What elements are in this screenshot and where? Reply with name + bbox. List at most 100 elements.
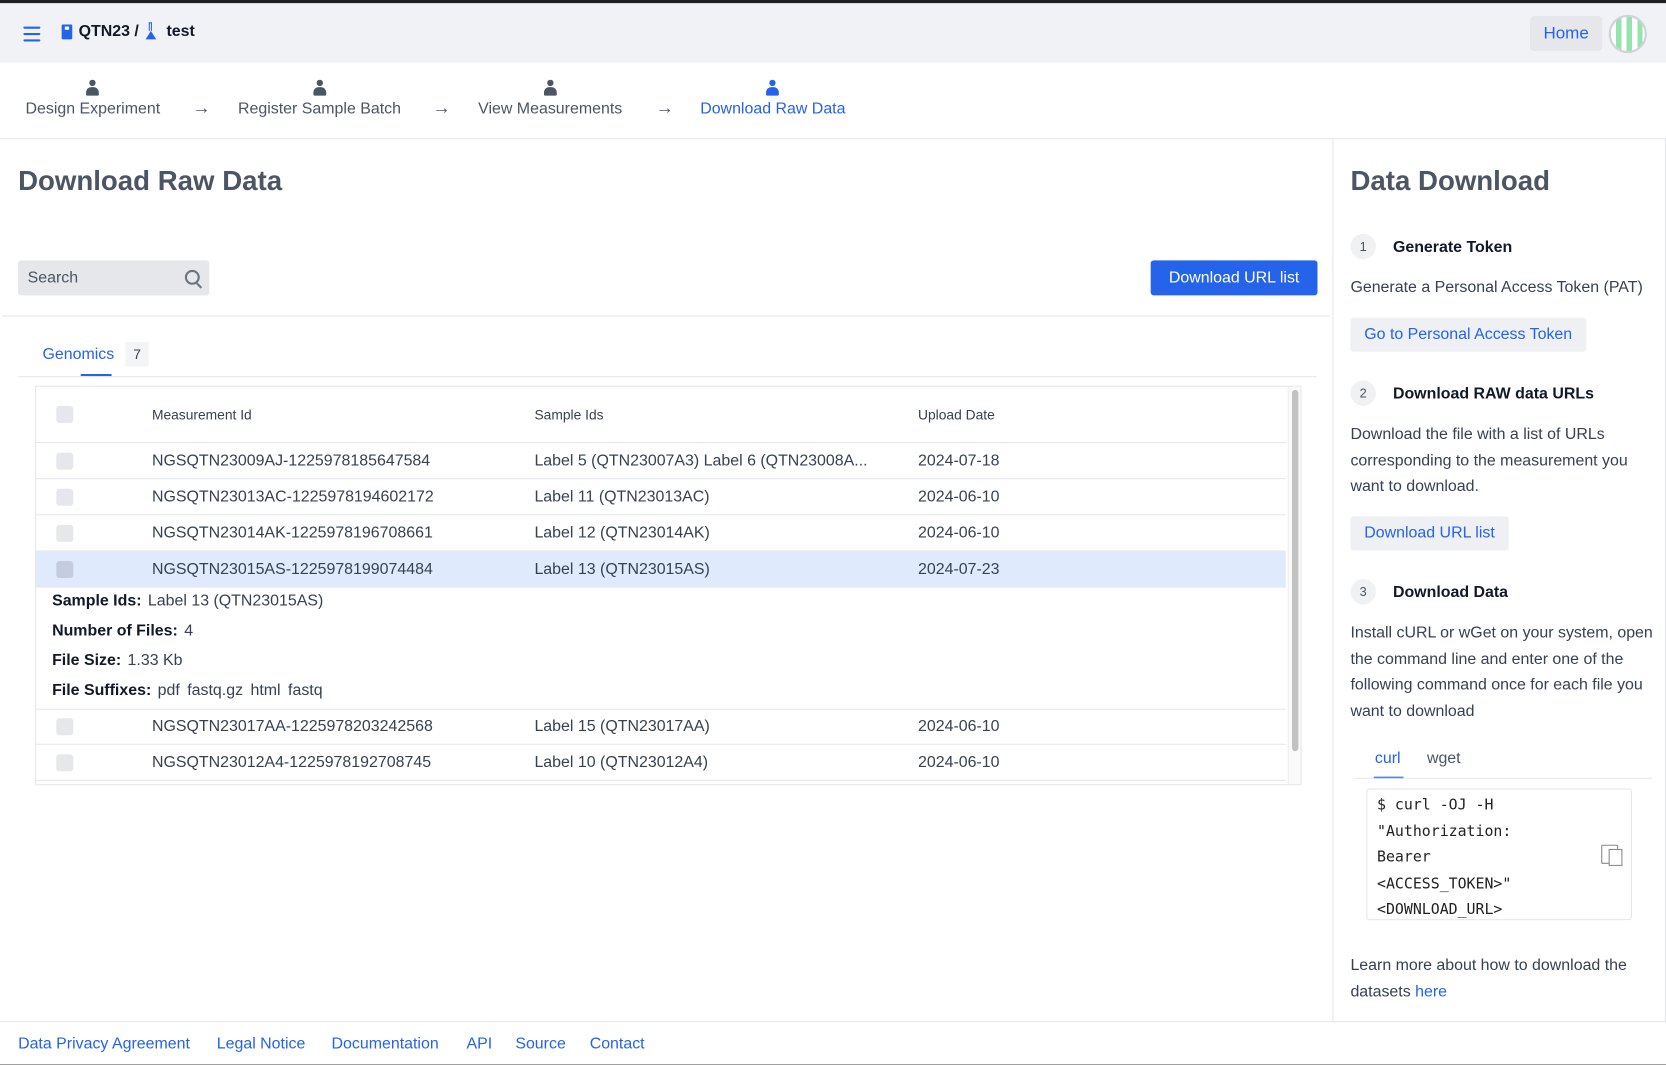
measurement-id: NGSQTN23013AC-1225978194602172 xyxy=(151,487,434,506)
learn-more-text: Learn more about how to download the dat… xyxy=(1350,956,1627,1001)
search-icon xyxy=(184,269,200,285)
upload-date: 2024-07-23 xyxy=(918,559,1000,578)
user-icon xyxy=(313,79,326,96)
sample-ids: Label 13 (QTN23015AS) xyxy=(534,559,710,578)
row-checkbox[interactable] xyxy=(56,561,74,578)
column-header[interactable]: Sample Ids xyxy=(534,407,603,423)
row-checkbox[interactable] xyxy=(56,718,74,736)
avatar[interactable] xyxy=(1608,14,1647,54)
flask-icon xyxy=(145,21,156,39)
search-input[interactable]: Search xyxy=(18,260,210,296)
row-checkbox[interactable] xyxy=(56,452,74,470)
row-checkbox[interactable] xyxy=(56,524,74,542)
detail-file-size: File Size: 1.33 Kb xyxy=(52,651,183,670)
step-text: Download the file with a list of URLs co… xyxy=(1350,425,1628,496)
here-link[interactable]: here xyxy=(1415,982,1447,1000)
step-label: Design Experiment xyxy=(25,99,161,118)
arrow-right-icon: → xyxy=(655,97,674,118)
upload-date: 2024-06-10 xyxy=(918,523,1000,542)
search-placeholder: Search xyxy=(27,268,79,287)
sample-ids: Label 11 (QTN23013AC) xyxy=(534,487,710,506)
detail-number-of-files: Number of Files: 4 xyxy=(52,621,194,640)
breadcrumb-experiment[interactable]: test xyxy=(166,22,194,40)
select-all-checkbox[interactable] xyxy=(56,405,74,423)
divider xyxy=(2,315,1331,317)
footer-link-legal[interactable]: Legal Notice xyxy=(217,1035,306,1053)
data-download-panel: Data Download 1 Generate Token Generate … xyxy=(1332,139,1666,1023)
panel-title: Data Download xyxy=(1350,164,1550,197)
footer-link-privacy[interactable]: Data Privacy Agreement xyxy=(18,1035,190,1053)
tab-genomics[interactable]: Genomics xyxy=(43,345,115,363)
step-number: 2 xyxy=(1350,380,1376,406)
arrow-right-icon: → xyxy=(432,97,451,118)
sample-ids: Label 5 (QTN23007A3) Label 6 (QTN23008A.… xyxy=(534,451,868,470)
code-line: "Authorization: xyxy=(1377,823,1512,841)
code-line: <DOWNLOAD_URL> xyxy=(1377,901,1503,919)
measurement-id: NGSQTN23017AA-1225978203242568 xyxy=(151,717,433,736)
arrow-right-icon: → xyxy=(192,97,211,118)
home-button[interactable]: Home xyxy=(1530,15,1603,51)
code-line: $ curl -OJ -H xyxy=(1377,796,1494,814)
footer: Data Privacy Agreement Legal Notice Docu… xyxy=(0,1021,1666,1065)
step-register-sample-batch[interactable]: Register Sample Batch xyxy=(238,79,401,118)
page-title: Download Raw Data xyxy=(18,164,283,197)
column-header[interactable]: Measurement Id xyxy=(152,407,252,423)
row-detail: Sample Ids: Label 13 (QTN23015AS) Number … xyxy=(36,588,1286,710)
footer-link-api[interactable]: API xyxy=(466,1035,492,1053)
footer-link-documentation[interactable]: Documentation xyxy=(332,1035,439,1053)
detail-file-suffixes: File Suffixes: pdf fastq.gz html fastq xyxy=(52,681,323,700)
table-row-selected[interactable]: NGSQTN23015AS-1225978199074484 Label 13 … xyxy=(36,551,1286,588)
table-row[interactable]: NGSQTN23012A4-1225978192708745 Label 10 … xyxy=(36,745,1286,781)
table-row[interactable]: NGSQTN23017AA-1225978203242568 Label 15 … xyxy=(36,709,1286,745)
user-icon xyxy=(766,79,780,96)
user-icon xyxy=(86,79,100,96)
code-line: Bearer xyxy=(1377,849,1431,867)
row-checkbox[interactable] xyxy=(56,488,74,506)
step-title: Download Data xyxy=(1392,583,1509,602)
main-content: Download Raw Data Search Download URL li… xyxy=(2,139,1331,1021)
measurement-id: NGSQTN23012A4-1225978192708745 xyxy=(151,753,432,772)
code-line: <ACCESS_TOKEN>" xyxy=(1377,875,1512,893)
step-label: Download Raw Data xyxy=(700,99,846,118)
table-header: Measurement Id Sample Ids Upload Date xyxy=(36,387,1286,444)
step-download-raw-data[interactable]: Download Raw Data xyxy=(700,79,846,118)
table-row[interactable]: NGSQTN23014AK-1225978196708661 Label 12 … xyxy=(36,515,1286,552)
measurement-id: NGSQTN23014AK-1225978196708661 xyxy=(151,523,433,542)
top-bar: QTN23 / test Home xyxy=(0,3,1666,63)
step-label: Register Sample Batch xyxy=(238,99,401,118)
copy-icon[interactable] xyxy=(1601,844,1623,866)
table-row[interactable]: NGSQTN23013AC-1225978194602172 Label 11 … xyxy=(36,479,1286,516)
measurements-table: Measurement Id Sample Ids Upload Date NG… xyxy=(35,385,1302,786)
download-url-list-button[interactable]: Download URL list xyxy=(1150,260,1318,296)
measurement-id: NGSQTN23015AS-1225978199074484 xyxy=(151,559,433,578)
sample-ids: Label 15 (QTN23017AA) xyxy=(534,717,710,736)
footer-link-source[interactable]: Source xyxy=(515,1035,566,1053)
step-title: Generate Token xyxy=(1392,238,1513,257)
step-number: 3 xyxy=(1350,579,1376,605)
upload-date: 2024-07-18 xyxy=(918,451,1000,470)
tab-wget[interactable]: wget xyxy=(1427,749,1461,767)
menu-icon[interactable] xyxy=(23,26,41,46)
sample-ids: Label 12 (QTN23014AK) xyxy=(534,523,710,542)
breadcrumb: QTN23 / test xyxy=(61,21,195,40)
download-url-list-side-button[interactable]: Download URL list xyxy=(1350,516,1509,551)
step-design-experiment[interactable]: Design Experiment xyxy=(25,79,161,118)
command-code-block: $ curl -OJ -H "Authorization: Bearer <AC… xyxy=(1366,788,1632,921)
sample-ids: Label 10 (QTN23012A4) xyxy=(534,753,709,772)
column-header[interactable]: Upload Date xyxy=(918,407,995,423)
footer-link-contact[interactable]: Contact xyxy=(590,1035,645,1053)
step-text: Generate a Personal Access Token (PAT) xyxy=(1350,278,1643,297)
tab-curl[interactable]: curl xyxy=(1375,749,1401,767)
detail-sample-ids: Sample Ids: Label 13 (QTN23015AS) xyxy=(52,591,324,610)
step-view-measurements[interactable]: View Measurements xyxy=(478,79,622,118)
step-number: 1 xyxy=(1350,233,1376,260)
table-row[interactable]: NGSQTN23009AJ-1225978185647584 Label 5 (… xyxy=(36,443,1286,480)
scrollbar-thumb[interactable] xyxy=(1292,389,1299,752)
table-scrollbar[interactable] xyxy=(1287,386,1301,785)
upload-date: 2024-06-10 xyxy=(918,753,1000,772)
step-text: Install cURL or wGet on your system, ope… xyxy=(1350,623,1653,720)
breadcrumb-project[interactable]: QTN23 / xyxy=(79,22,139,40)
go-to-pat-button[interactable]: Go to Personal Access Token xyxy=(1350,317,1586,352)
measurement-id: NGSQTN23009AJ-1225978185647584 xyxy=(151,451,431,470)
row-checkbox[interactable] xyxy=(56,754,74,772)
